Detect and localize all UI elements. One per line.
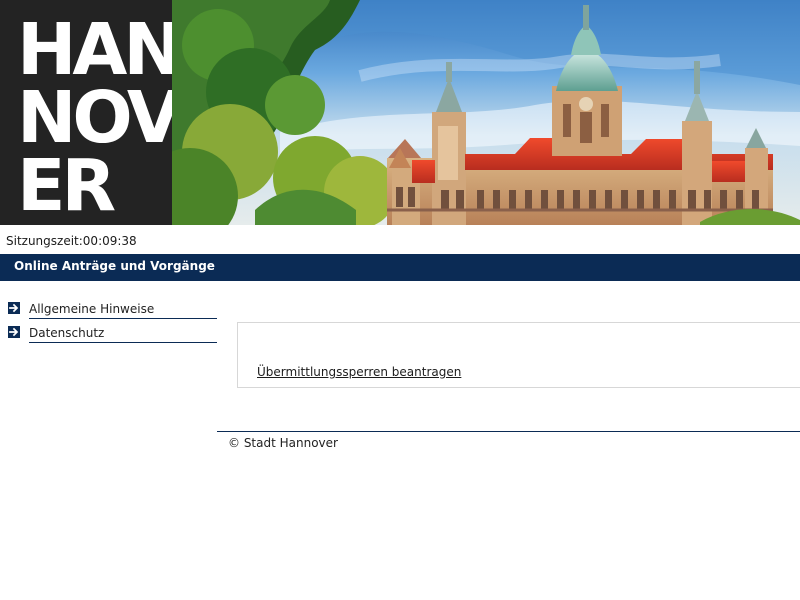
sidebar-navigation: Allgemeine Hinweise Datenschutz <box>8 300 217 348</box>
arrow-right-icon <box>8 326 20 338</box>
session-timer: Sitzungszeit:00:09:38 <box>6 234 137 248</box>
hannover-logo: HAN NOV ER <box>0 0 172 225</box>
footer-divider <box>217 431 800 432</box>
main-content-panel: Übermittlungssperren beantragen <box>237 322 800 388</box>
sidebar-link-datenschutz[interactable]: Datenschutz <box>29 325 217 343</box>
sidebar-item-allgemeine-hinweise[interactable]: Allgemeine Hinweise <box>8 300 217 320</box>
sidebar-item-datenschutz[interactable]: Datenschutz <box>8 324 217 344</box>
red-blue-logo-mark-icon <box>0 0 172 225</box>
sidebar-link-allgemeine-hinweise[interactable]: Allgemeine Hinweise <box>29 301 217 319</box>
footer-copyright: © Stadt Hannover <box>228 436 338 450</box>
page-title: Online Anträge und Vorgänge <box>14 259 215 273</box>
uebermittlungssperren-link[interactable]: Übermittlungssperren beantragen <box>257 365 461 379</box>
arrow-right-icon <box>8 302 20 314</box>
page-title-bar: Online Anträge und Vorgänge <box>0 254 800 281</box>
header-banner: HAN NOV ER <box>0 0 800 225</box>
